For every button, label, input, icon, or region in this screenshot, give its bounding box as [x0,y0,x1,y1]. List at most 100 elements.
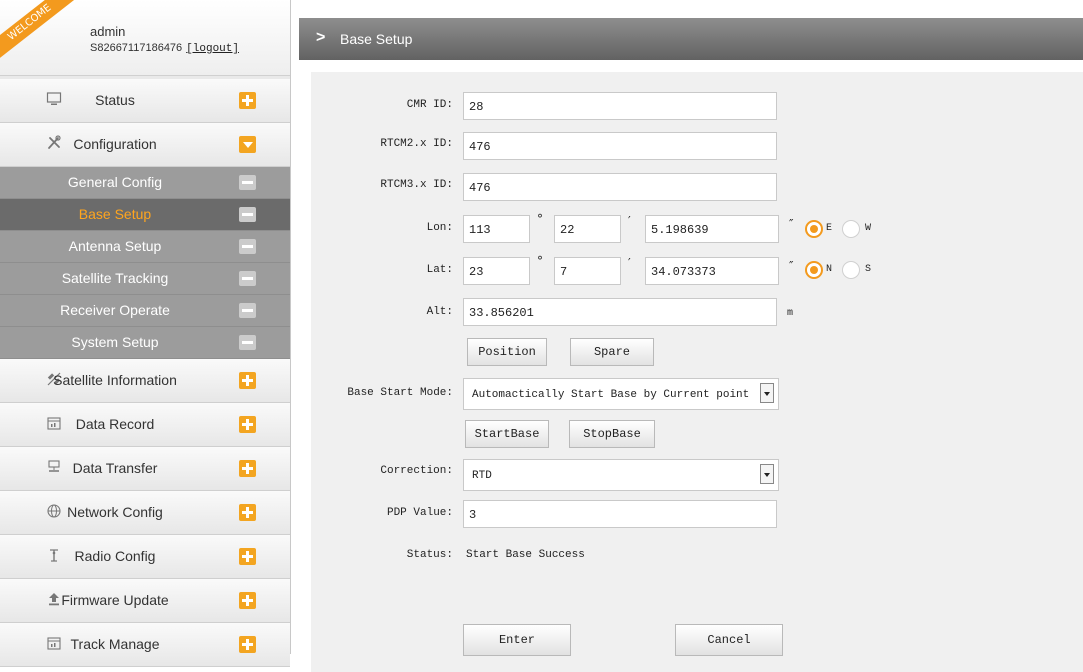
base-start-mode-value: Automactically Start Base by Current poi… [472,389,750,401]
second-symbol: ″ [789,259,794,273]
lon-west-label: W [865,223,872,234]
minus-icon [239,207,256,222]
dropdown-arrow-icon[interactable] [760,464,774,484]
sidebar: WELCOME admin S82667117186476 [logout] St… [0,0,291,667]
menu-item-data-record[interactable]: Data Record [0,403,290,447]
menu-item-radio-config[interactable]: Radio Config [0,535,290,579]
start-base-button[interactable]: StartBase [465,420,549,448]
menu-item-firmware-update[interactable]: Firmware Update [0,579,290,623]
menu-item-track-manage[interactable]: Track Manage [0,623,290,667]
minute-symbol: ′ [628,256,631,270]
submenu-item-receiver-operate[interactable]: Receiver Operate [0,295,290,327]
menu-item-network-config[interactable]: Network Config [0,491,290,535]
submenu-item-label: Antenna Setup [68,238,162,254]
lon-east-label: E [826,223,833,234]
submenu-item-antenna-setup[interactable]: Antenna Setup [0,231,290,263]
lon-label: Lon: [426,222,453,234]
submenu-item-label: Base Setup [78,206,152,222]
menu-item-label: Data Transfer [72,460,158,476]
expand-plus-icon[interactable] [239,416,256,433]
user-panel: WELCOME admin S82667117186476 [logout] [0,0,290,76]
correction-value: RTD [472,470,492,482]
lon-west-radio[interactable] [842,220,860,238]
menu-item-label: Network Config [67,504,163,520]
status-value: Start Base Success [466,549,585,561]
expand-plus-icon[interactable] [239,372,256,389]
status-label: Status: [406,549,453,561]
position-button[interactable]: Position [467,338,547,366]
second-symbol: ″ [789,217,794,231]
expand-plus-icon[interactable] [239,636,256,653]
lat-north-label: N [826,264,833,275]
submenu-item-label: System Setup [71,334,159,350]
cmr-id-label: CMR ID: [406,99,453,111]
pdop-label: PDP Value: [386,507,453,519]
menu-item-label: Configuration [73,136,157,152]
menu-item-label: Data Record [75,416,155,432]
lon-east-radio[interactable] [805,220,823,238]
rtcm2-id-input[interactable]: 476 [463,132,777,160]
pdop-input[interactable]: 3 [463,500,777,528]
minute-symbol: ′ [628,214,631,228]
submenu-item-label: Receiver Operate [60,302,170,318]
lat-south-radio[interactable] [842,261,860,279]
menu-item-label: Firmware Update [61,592,169,608]
base-start-mode-select[interactable]: Automactically Start Base by Current poi… [463,378,779,410]
degree-symbol: ° [537,254,543,268]
menu-item-status[interactable]: Status [0,79,290,123]
spare-button[interactable]: Spare [570,338,654,366]
device-serial: S82667117186476 [logout] [90,42,239,55]
rtcm2-id-label: RTCM2.x ID: [380,138,453,150]
lat-south-label: S [865,264,872,275]
submenu-item-general-config[interactable]: General Config [0,167,290,199]
expand-plus-icon[interactable] [239,92,256,109]
alt-input[interactable]: 33.856201 [463,298,777,326]
stop-base-button[interactable]: StopBase [569,420,655,448]
lon-minutes-input[interactable]: 22 [554,215,621,243]
base-setup-form: CMR ID: 28 RTCM2.x ID: 476 RTCM3.x ID: 4… [311,72,1083,672]
degree-symbol: ° [537,212,543,226]
submenu-item-satellite-tracking[interactable]: Satellite Tracking [0,263,290,295]
serial-number: S82667117186476 [90,42,183,54]
collapse-arrow-icon[interactable] [239,136,256,153]
menu-item-configuration[interactable]: Configuration [0,123,290,167]
minus-icon [239,175,256,190]
username: admin [90,24,126,39]
lon-seconds-input[interactable]: 5.198639 [645,215,779,243]
menu-item-label: Status [95,92,135,108]
base-start-mode-label: Base Start Mode: [347,387,453,399]
cmr-id-input[interactable]: 28 [463,92,777,120]
welcome-ribbon: WELCOME [0,0,75,61]
expand-plus-icon[interactable] [239,592,256,609]
page-title: Base Setup [340,31,413,47]
submenu-item-system-setup[interactable]: System Setup [0,327,290,359]
lat-degrees-input[interactable]: 23 [463,257,530,285]
cancel-button[interactable]: Cancel [675,624,783,656]
lon-degrees-input[interactable]: 113 [463,215,530,243]
expand-plus-icon[interactable] [239,460,256,477]
menu-item-label: Satellite Information [53,372,177,388]
correction-label: Correction: [380,465,453,477]
lat-seconds-input[interactable]: 34.073373 [645,257,779,285]
expand-plus-icon[interactable] [239,504,256,521]
menu-item-label: Radio Config [74,548,156,564]
rtcm3-id-input[interactable]: 476 [463,173,777,201]
dropdown-arrow-icon[interactable] [760,383,774,403]
minus-icon [239,271,256,286]
lat-north-radio[interactable] [805,261,823,279]
lat-label: Lat: [426,264,453,276]
menu-item-satellite-information[interactable]: Satellite Information [0,359,290,403]
main-content: > Base Setup CMR ID: 28 RTCM2.x ID: 476 … [299,18,1083,672]
submenu-item-base-setup[interactable]: Base Setup [0,199,290,231]
correction-select[interactable]: RTD [463,459,779,491]
lat-minutes-input[interactable]: 7 [554,257,621,285]
minus-icon [239,239,256,254]
enter-button[interactable]: Enter [463,624,571,656]
menu-item-data-transfer[interactable]: Data Transfer [0,447,290,491]
expand-plus-icon[interactable] [239,548,256,565]
logout-link[interactable]: [logout] [186,43,239,55]
submenu-item-label: Satellite Tracking [61,270,169,286]
nav-menu: Status Configuration General Config Base… [0,79,290,667]
menu-item-label: Track Manage [70,636,160,652]
minus-icon [239,335,256,350]
